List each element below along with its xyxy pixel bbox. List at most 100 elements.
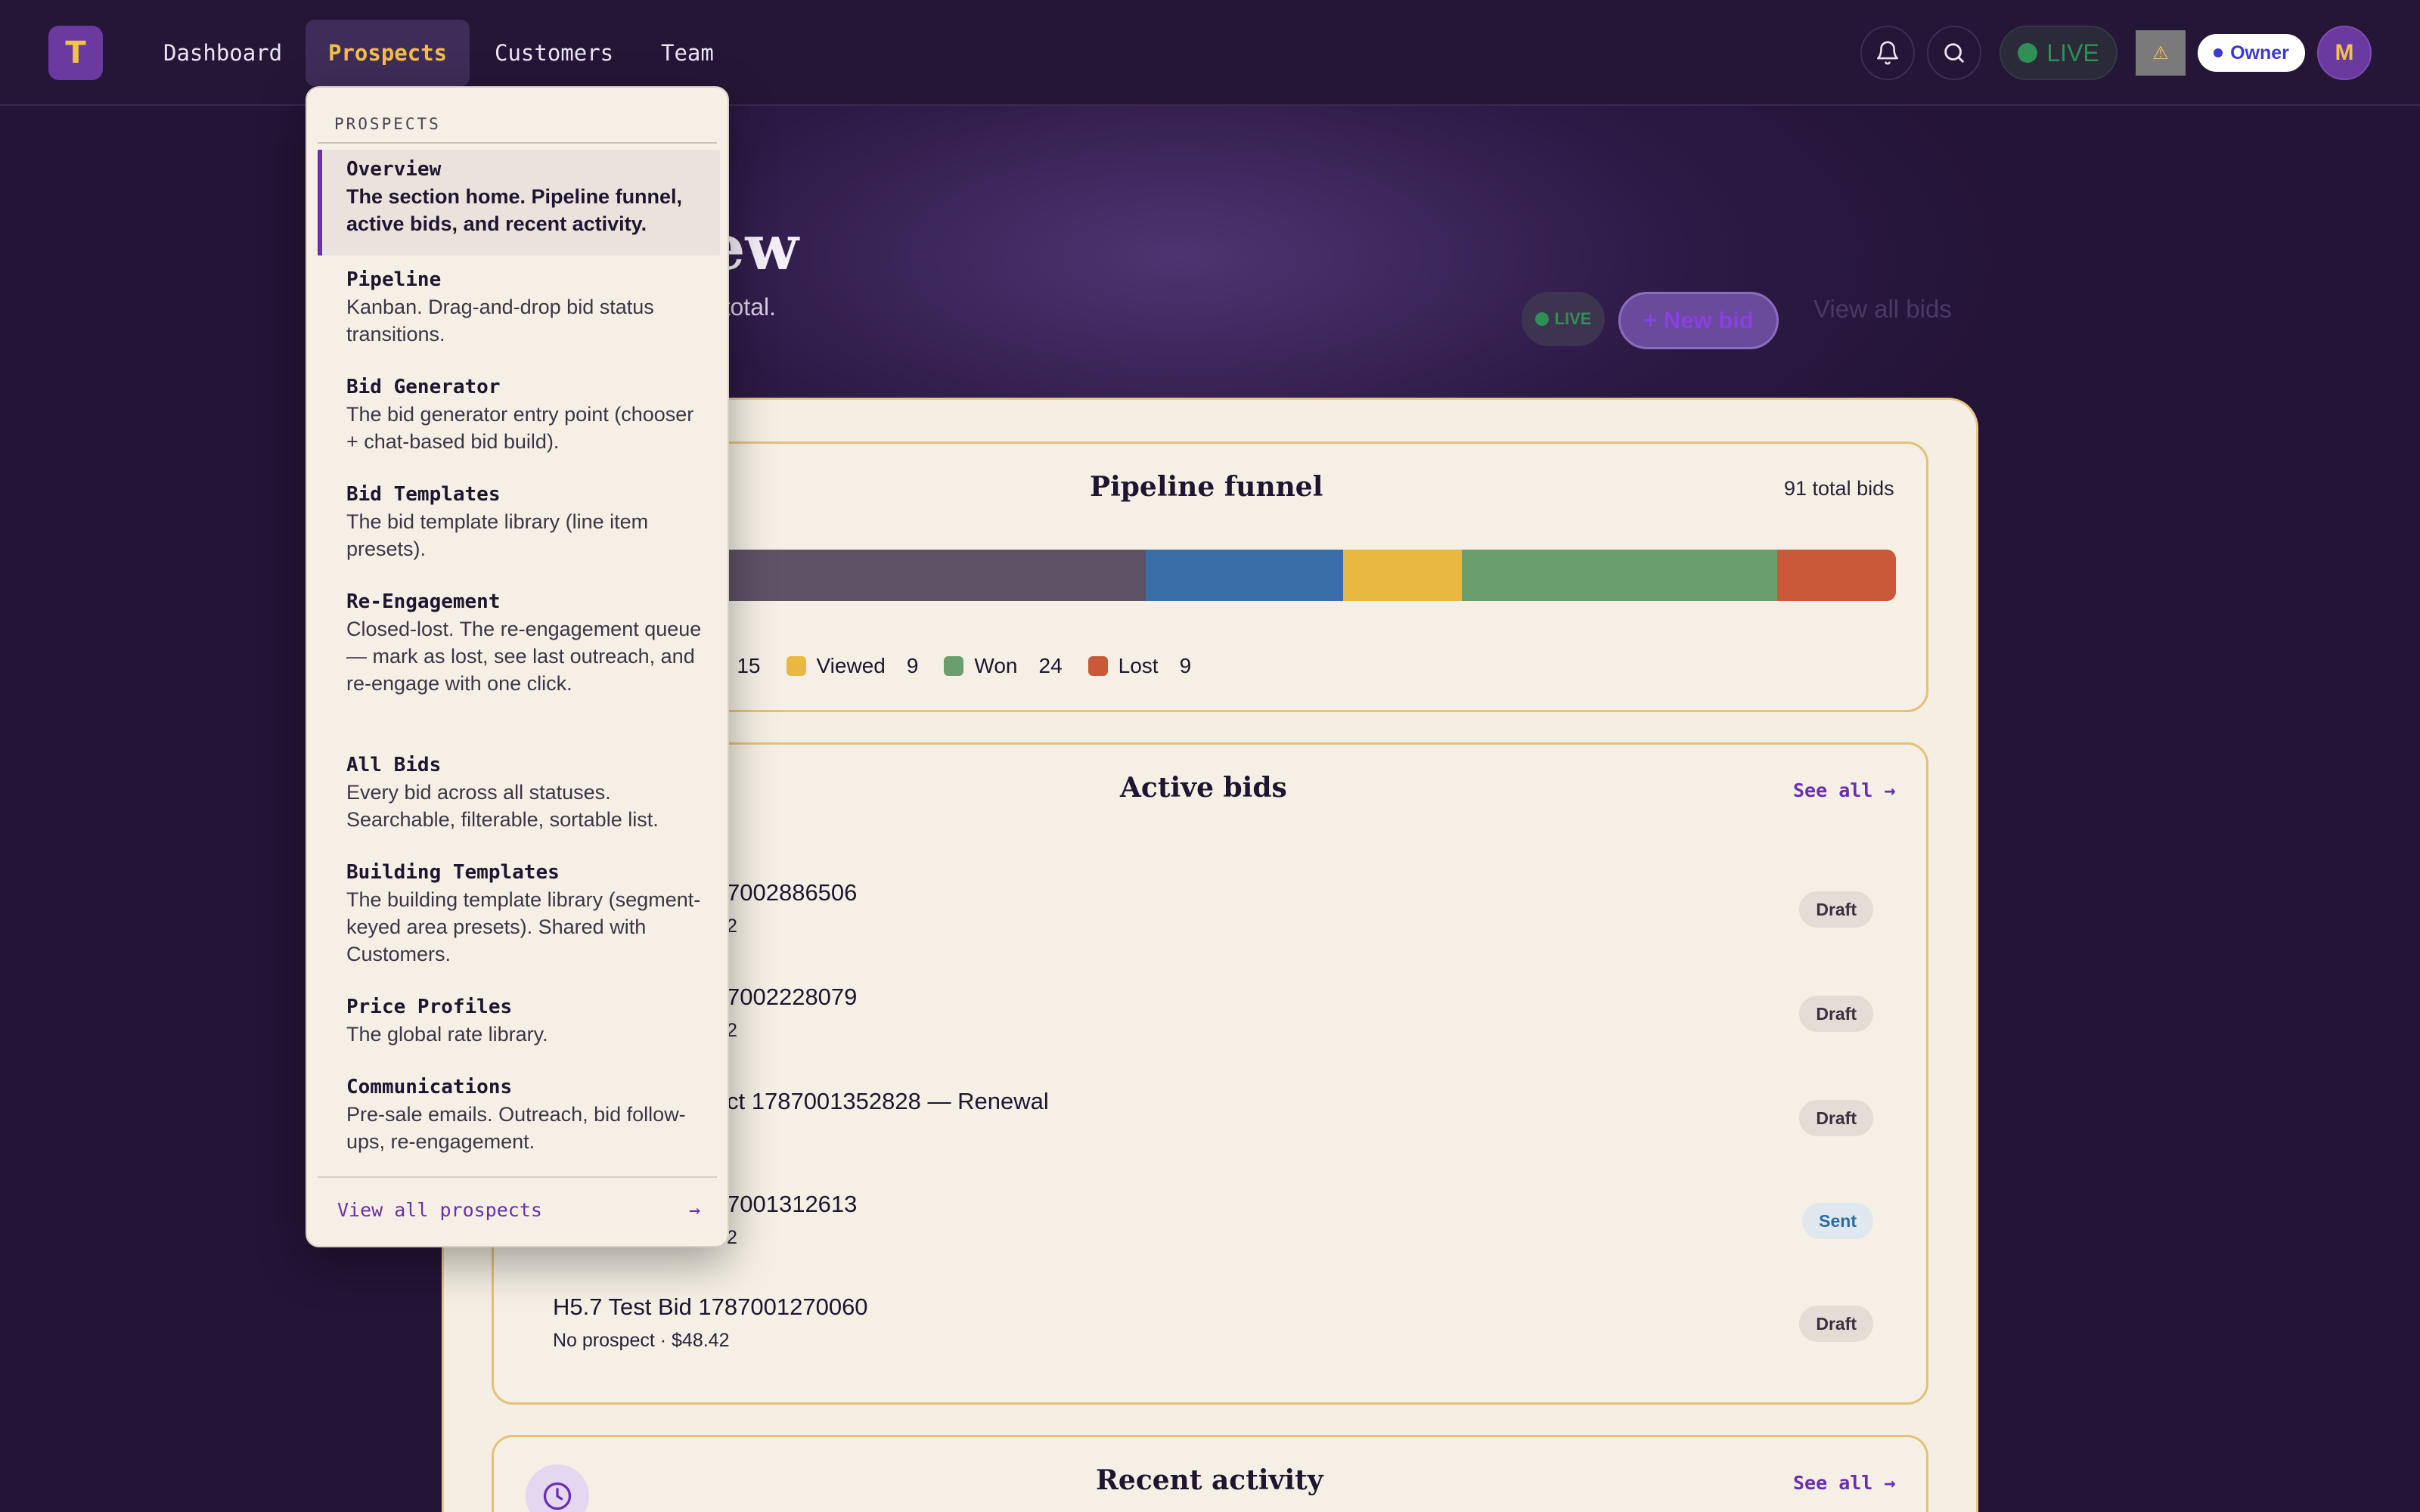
menu-item-name: Re-Engagement xyxy=(346,590,501,613)
funnel-title: Pipeline funnel xyxy=(1090,471,1323,503)
menu-item-communications[interactable]: Communications Pre-sale emails. Outreach… xyxy=(318,1074,720,1155)
activity-badge xyxy=(526,1464,589,1512)
menu-item-building-templates[interactable]: Building Templates The building template… xyxy=(318,859,720,968)
view-all-prospects-link[interactable]: View all prospects → xyxy=(337,1199,700,1221)
status-badge: Sent xyxy=(1802,1203,1873,1239)
bid-title: H5.7 Test Bid 1787001270060 xyxy=(553,1294,868,1320)
live-dot-icon xyxy=(2018,43,2038,63)
recent-activity-title: Recent activity xyxy=(1096,1464,1323,1496)
menu-item-name: Price Profiles xyxy=(346,996,513,1018)
menu-item-price-profiles[interactable]: Price Profiles The global rate library. xyxy=(318,993,720,1048)
user-avatar[interactable]: M xyxy=(2317,26,2372,80)
menu-item-pipeline[interactable]: Pipeline Kanban. Drag-and-drop bid statu… xyxy=(318,266,720,348)
bid-title: 7002886506 xyxy=(727,879,858,906)
status-badge: Draft xyxy=(1799,1306,1873,1342)
funnel-segment xyxy=(698,550,1146,601)
search-button[interactable] xyxy=(1927,26,1981,80)
menu-item-desc: The section home. Pipeline funnel, activ… xyxy=(346,185,683,235)
recent-activity-card: Recent activity See all → xyxy=(492,1435,1928,1512)
active-bids-title: Active bids xyxy=(1120,772,1287,804)
funnel-segment xyxy=(1777,550,1896,601)
new-bid-button[interactable]: + New bid xyxy=(1618,292,1779,349)
role-badge[interactable]: Owner xyxy=(2198,34,2305,72)
search-icon xyxy=(1944,43,1964,63)
legend-item-lost: Lost 9 xyxy=(1087,654,1192,678)
table-row[interactable]: 7002228079 2 Draft xyxy=(553,984,1899,1074)
legend-label: Won xyxy=(974,654,1018,677)
bid-title: 7001312613 xyxy=(727,1191,858,1217)
menu-item-name: All Bids xyxy=(346,754,442,776)
bid-title: 7002228079 xyxy=(727,984,858,1010)
view-all-prospects-label: View all prospects xyxy=(337,1199,542,1221)
role-label: Owner xyxy=(2230,42,2289,64)
menu-item-all-bids[interactable]: All Bids Every bid across all statuses. … xyxy=(318,751,720,833)
legend-item-won: Won 24 xyxy=(944,654,1063,678)
legend-swatch xyxy=(944,656,964,676)
table-row[interactable]: ct 1787001352828 — Renewal Draft xyxy=(553,1088,1899,1179)
bid-title: ct 1787001352828 — Renewal xyxy=(727,1088,1049,1114)
legend-swatch xyxy=(1087,656,1108,676)
menu-item-desc: Closed-lost. The re-engagement queue — m… xyxy=(346,618,702,695)
notifications-button[interactable] xyxy=(1860,26,1915,80)
menu-item-desc: The building template library (segment-k… xyxy=(346,888,701,965)
environment-warning-icon[interactable]: ⚠ xyxy=(2136,30,2186,76)
view-all-bids-link[interactable]: View all bids xyxy=(1813,295,1952,324)
clock-icon xyxy=(543,1482,572,1510)
role-dot-icon xyxy=(2214,48,2223,57)
legend-count: 15 xyxy=(737,654,761,677)
menu-item-name: Pipeline xyxy=(346,268,442,291)
menu-item-desc: Every bid across all statuses. Searchabl… xyxy=(346,781,659,831)
funnel-segment xyxy=(1461,550,1778,601)
table-row[interactable]: H5.7 Test Bid 1787001270060 No prospect … xyxy=(553,1294,1899,1384)
menu-item-name: Communications xyxy=(346,1076,513,1098)
funnel-legend: nt 15 Viewed 9 Won 24 Lost 9 xyxy=(698,654,1217,678)
menu-item-name: Bid Generator xyxy=(346,376,501,398)
divider xyxy=(318,142,717,144)
nav-dashboard[interactable]: Dashboard xyxy=(141,20,305,86)
menu-item-desc: Pre-sale emails. Outreach, bid follow-up… xyxy=(346,1103,686,1153)
prospects-dropdown-menu: PROSPECTS Overview The section home. Pip… xyxy=(306,86,729,1247)
status-badge: Draft xyxy=(1799,891,1873,928)
menu-item-name: Bid Templates xyxy=(346,483,501,506)
app-logo[interactable]: T xyxy=(48,26,103,80)
live-dot-icon xyxy=(1534,312,1549,326)
nav-customers[interactable]: Customers xyxy=(472,20,636,86)
bid-meta: No prospect · $48.42 xyxy=(553,1330,730,1351)
table-row[interactable]: 7001312613 2 Sent xyxy=(553,1191,1899,1281)
legend-label: Viewed xyxy=(816,654,886,677)
live-toggle[interactable]: LIVE xyxy=(2000,26,2118,80)
dropdown-header: PROSPECTS xyxy=(334,115,441,133)
recent-activity-see-all-link[interactable]: See all → xyxy=(1793,1472,1895,1494)
table-row[interactable]: 7002886506 2 Draft xyxy=(553,879,1899,970)
menu-item-re-engagement[interactable]: Re-Engagement Closed-lost. The re-engage… xyxy=(318,588,720,697)
header-live-label: LIVE xyxy=(1554,309,1592,328)
bell-icon xyxy=(1876,41,1899,65)
nav-team[interactable]: Team xyxy=(638,20,737,86)
legend-count: 9 xyxy=(906,654,919,677)
menu-item-desc: The bid template library (line item pres… xyxy=(346,510,649,560)
status-badge: Draft xyxy=(1799,996,1873,1032)
funnel-segment xyxy=(1342,550,1462,601)
live-label: LIVE xyxy=(2046,39,2099,67)
legend-label: Lost xyxy=(1118,654,1159,677)
legend-swatch xyxy=(786,656,806,676)
arrow-right-icon: → xyxy=(688,1199,700,1221)
active-bids-see-all-link[interactable]: See all → xyxy=(1793,779,1895,801)
legend-item-viewed: Viewed 9 xyxy=(786,654,919,678)
menu-item-desc: The bid generator entry point (chooser +… xyxy=(346,403,694,453)
menu-item-name: Overview xyxy=(346,158,442,181)
menu-item-bid-generator[interactable]: Bid Generator The bid generator entry po… xyxy=(318,373,720,455)
menu-item-desc: Kanban. Drag-and-drop bid status transit… xyxy=(346,296,654,345)
header-live-badge: LIVE xyxy=(1522,292,1605,346)
funnel-bar xyxy=(698,550,1896,601)
menu-item-desc: The global rate library. xyxy=(346,1023,548,1046)
menu-item-overview[interactable]: Overview The section home. Pipeline funn… xyxy=(318,150,720,256)
menu-item-bid-templates[interactable]: Bid Templates The bid template library (… xyxy=(318,481,720,562)
funnel-total: 91 total bids xyxy=(1784,477,1894,500)
divider xyxy=(318,1176,717,1178)
legend-count: 9 xyxy=(1179,654,1192,677)
funnel-segment xyxy=(1145,550,1343,601)
status-badge: Draft xyxy=(1799,1100,1873,1136)
menu-item-name: Building Templates xyxy=(346,861,560,884)
nav-prospects[interactable]: Prospects xyxy=(306,20,470,86)
